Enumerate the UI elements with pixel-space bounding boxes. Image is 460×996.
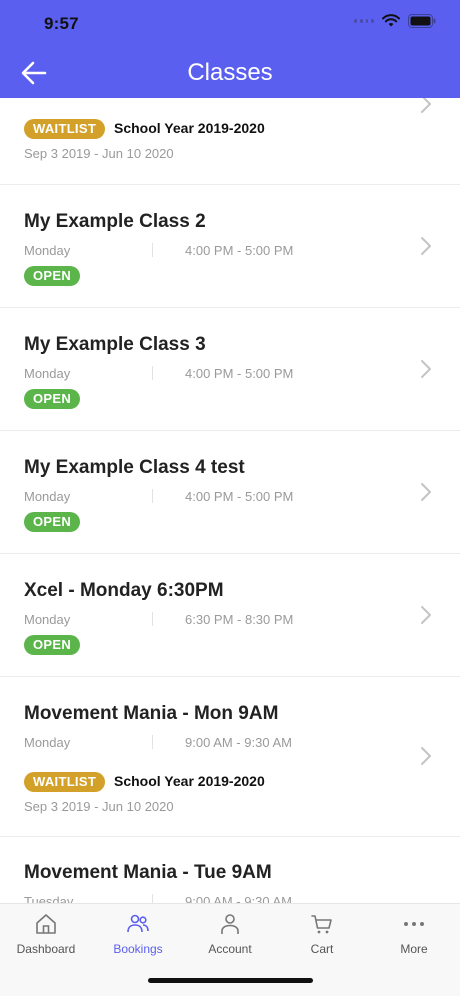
chevron-right-icon	[421, 237, 431, 255]
class-item[interactable]: My Example Class 3 Monday 4:00 PM - 5:00…	[0, 308, 460, 431]
divider	[152, 735, 153, 749]
class-title: Movement Mania - Mon 9AM	[24, 703, 279, 724]
cart-icon	[311, 915, 332, 934]
screen: 9:57 Classes WAITLIST School Year 2019-2…	[0, 0, 460, 996]
nav-header: 9:57 Classes	[0, 0, 460, 98]
class-title: My Example Class 3	[24, 334, 206, 355]
waitlist-badge: WAITLIST	[24, 119, 106, 139]
signal-icon	[354, 18, 374, 24]
class-day: Monday	[24, 489, 71, 504]
open-badge: OPEN	[24, 512, 81, 532]
open-badge: OPEN	[24, 635, 81, 655]
waitlist-badge: WAITLIST	[24, 772, 106, 792]
season-label: School Year 2019-2020	[114, 773, 265, 789]
class-day: Monday	[24, 735, 71, 750]
class-item[interactable]: Movement Mania - Tue 9AM Tuesday 9:00 AM…	[0, 837, 460, 903]
class-time: 9:00 AM - 9:30 AM	[185, 735, 292, 750]
tab-label: More	[400, 942, 428, 956]
class-item-partial[interactable]: WAITLIST School Year 2019-2020 Sep 3 201…	[0, 98, 460, 185]
class-title: Xcel - Monday 6:30PM	[24, 580, 224, 601]
status-icons	[354, 14, 436, 28]
person-icon	[221, 914, 239, 934]
class-time: 9:00 AM - 9:30 AM	[185, 894, 292, 903]
chevron-right-icon	[421, 98, 431, 113]
class-item[interactable]: My Example Class 2 Monday 4:00 PM - 5:00…	[0, 185, 460, 308]
tab-label: Bookings	[113, 942, 163, 956]
class-time: 4:00 PM - 5:00 PM	[185, 489, 294, 504]
class-title: Movement Mania - Tue 9AM	[24, 862, 272, 883]
class-title: My Example Class 4 test	[24, 457, 245, 478]
tab-bookings[interactable]: Bookings	[92, 912, 184, 964]
open-badge: OPEN	[24, 266, 81, 286]
people-icon	[127, 914, 149, 933]
status-time: 9:57	[44, 14, 79, 33]
date-range: Sep 3 2019 - Jun 10 2020	[24, 146, 174, 161]
class-item[interactable]: Xcel - Monday 6:30PM Monday 6:30 PM - 8:…	[0, 554, 460, 677]
tab-label: Account	[208, 942, 252, 956]
tab-dashboard[interactable]: Dashboard	[0, 912, 92, 964]
tab-account[interactable]: Account	[184, 912, 276, 964]
tab-label: Cart	[310, 942, 334, 956]
divider	[152, 894, 153, 903]
chevron-right-icon	[421, 606, 431, 624]
class-item[interactable]: Movement Mania - Mon 9AM Monday 9:00 AM …	[0, 677, 460, 837]
divider	[152, 243, 153, 257]
class-time: 4:00 PM - 5:00 PM	[185, 243, 294, 258]
divider	[152, 489, 153, 503]
class-time: 4:00 PM - 5:00 PM	[185, 366, 294, 381]
class-item[interactable]: My Example Class 4 test Monday 4:00 PM -…	[0, 431, 460, 554]
chevron-right-icon	[421, 747, 431, 765]
chevron-right-icon	[421, 360, 431, 378]
class-day: Monday	[24, 612, 71, 627]
season-label: School Year 2019-2020	[114, 120, 265, 136]
date-range: Sep 3 2019 - Jun 10 2020	[24, 799, 174, 814]
chevron-right-icon	[421, 483, 431, 501]
home-indicator	[148, 978, 313, 983]
class-day: Monday	[24, 366, 71, 381]
divider	[152, 612, 153, 626]
more-icon	[404, 922, 424, 926]
tab-more[interactable]: More	[368, 912, 460, 964]
divider	[152, 366, 153, 380]
page-title: Classes	[187, 59, 273, 86]
class-title: My Example Class 2	[24, 211, 206, 232]
battery-icon	[408, 14, 436, 28]
tab-label: Dashboard	[16, 942, 76, 956]
wifi-icon	[382, 14, 400, 28]
home-icon	[36, 914, 56, 934]
class-time: 6:30 PM - 8:30 PM	[185, 612, 294, 627]
open-badge: OPEN	[24, 389, 81, 409]
classes-list: WAITLIST School Year 2019-2020 Sep 3 201…	[0, 98, 460, 903]
tab-cart[interactable]: Cart	[276, 912, 368, 964]
class-day: Tuesday	[24, 894, 74, 903]
class-day: Monday	[24, 243, 71, 258]
